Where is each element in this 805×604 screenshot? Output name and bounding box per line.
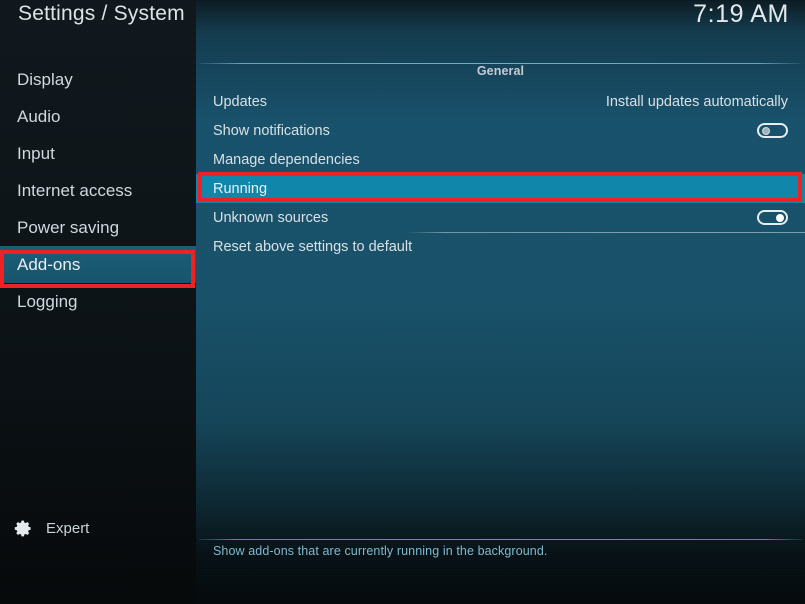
sidebar-item-label: Power saving — [17, 218, 120, 237]
sidebar-item-input[interactable]: Input — [0, 135, 196, 172]
toggle-knob — [775, 213, 784, 222]
toggle-knob — [761, 126, 770, 135]
gear-icon — [14, 520, 31, 537]
setting-label: Reset above settings to default — [213, 238, 413, 255]
sidebar-item-label: Audio — [17, 107, 61, 126]
settings-level-button[interactable]: Expert — [14, 519, 89, 538]
sidebar-item-power-saving[interactable]: Power saving — [0, 209, 196, 246]
description-divider — [199, 539, 802, 540]
setting-row-updates[interactable]: Updates Install updates automatically — [196, 87, 805, 116]
settings-list: Updates Install updates automatically Sh… — [196, 87, 805, 261]
sidebar-item-display[interactable]: Display — [0, 61, 196, 98]
sidebar-item-add-ons[interactable]: Add-ons — [0, 246, 196, 283]
sidebar-item-label: Logging — [17, 292, 78, 311]
setting-description: Show add-ons that are currently running … — [213, 544, 548, 558]
sidebar-item-label: Add-ons — [17, 255, 81, 274]
unknown-sources-toggle[interactable] — [757, 210, 788, 225]
sidebar-item-logging[interactable]: Logging — [0, 283, 196, 320]
group-title: General — [476, 64, 525, 78]
setting-row-running[interactable]: Running — [196, 174, 805, 203]
setting-label: Show notifications — [213, 122, 330, 139]
clock: 7:19 AM — [693, 0, 789, 28]
sidebar-item-label: Input — [17, 144, 55, 163]
settings-category-sidebar: Display Audio Input Internet access Powe… — [0, 61, 196, 320]
sidebar-item-label: Display — [17, 70, 73, 89]
setting-row-reset-to-default[interactable]: Reset above settings to default — [196, 232, 805, 261]
setting-row-show-notifications[interactable]: Show notifications — [196, 116, 805, 145]
setting-label: Running — [213, 180, 268, 197]
show-notifications-toggle[interactable] — [757, 123, 788, 138]
sidebar-item-audio[interactable]: Audio — [0, 98, 196, 135]
setting-value: Install updates automatically — [605, 93, 788, 110]
page-title: Settings / System — [18, 2, 185, 25]
sidebar-item-internet-access[interactable]: Internet access — [0, 172, 196, 209]
setting-row-manage-dependencies[interactable]: Manage dependencies — [196, 145, 805, 174]
setting-label: Unknown sources — [213, 209, 329, 226]
settings-level-label: Expert — [46, 520, 90, 537]
setting-label: Manage dependencies — [213, 151, 360, 168]
sidebar-item-label: Internet access — [17, 181, 133, 200]
setting-label: Updates — [213, 93, 268, 110]
kodi-settings-window: Settings / System 7:19 AM Display Audio … — [0, 0, 805, 604]
setting-row-unknown-sources[interactable]: Unknown sources — [196, 203, 805, 233]
